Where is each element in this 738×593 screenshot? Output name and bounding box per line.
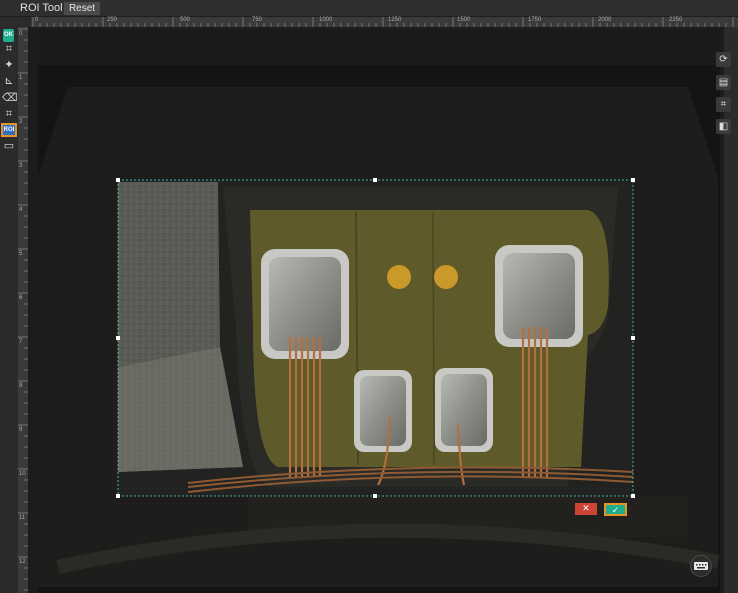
polygon-icon[interactable]: ⊾ [2, 75, 16, 88]
ruler-label: 0 [19, 31, 23, 37]
ruler-label: 8 [19, 383, 23, 389]
ruler-label: 9 [19, 427, 23, 433]
layer-icon[interactable]: ◧ [716, 119, 731, 134]
ruler-label: 2000 [598, 17, 612, 23]
left-toolbar: OK ⌗ ✦ ⊾ ⌫ ⌗ ROI ▭ [0, 17, 18, 593]
polygon-select-icon[interactable]: ⌗ [2, 43, 16, 56]
roi-icon[interactable]: ROI [1, 123, 17, 137]
rect-select-icon[interactable]: ▭ [2, 140, 16, 153]
document-icon[interactable]: ▤ [716, 75, 731, 90]
ruler-label: 1 [19, 75, 23, 81]
ruler-label: 3 [19, 163, 23, 169]
cancel-roi-button[interactable]: ✕ [575, 503, 597, 515]
ruler-label: 1500 [457, 17, 471, 23]
keyboard-icon [694, 562, 708, 570]
ruler-label: 11 [19, 515, 26, 521]
ruler-label: 5 [19, 251, 23, 257]
ruler-label: 10 [19, 471, 26, 477]
roi-tool-title: ROI Tool [20, 2, 63, 14]
confirm-roi-button[interactable]: ✓ [604, 503, 627, 516]
ruler-label: 12 [19, 559, 26, 565]
ok-icon[interactable]: OK [3, 29, 14, 42]
eraser-icon[interactable]: ⌫ [2, 92, 18, 105]
ruler-label: 1000 [319, 17, 333, 23]
route-icon[interactable]: ⟳ [716, 52, 731, 67]
ruler-label: 2250 [669, 17, 683, 23]
ruler-label: 250 [107, 17, 118, 23]
ruler-label: 6 [19, 295, 23, 301]
ruler-label: 750 [252, 17, 263, 23]
crop-icon[interactable]: ⌗ [2, 108, 16, 121]
ruler-label: 2 [19, 119, 23, 125]
ruler-label: 1750 [528, 17, 542, 23]
horizontal-ruler: 0 250 500 750 1000 1250 1500 1750 2000 2… [31, 17, 738, 27]
roi-image-region [118, 180, 634, 496]
ruler-label: 500 [180, 17, 191, 23]
crop-grid-icon[interactable]: ⌗ [716, 97, 731, 112]
magic-wand-icon[interactable]: ✦ [2, 59, 16, 72]
vertical-ruler: 0 1 2 3 4 5 6 7 8 9 10 11 12 [18, 27, 28, 593]
ruler-label: 7 [19, 339, 23, 345]
ruler-label: 4 [19, 207, 23, 213]
ruler-label: 1250 [388, 17, 402, 23]
ruler-label: 0 [35, 17, 39, 23]
keyboard-button[interactable] [690, 555, 712, 577]
top-toolbar: ROI Tool Reset [0, 0, 738, 17]
reset-button[interactable]: Reset [64, 2, 100, 15]
